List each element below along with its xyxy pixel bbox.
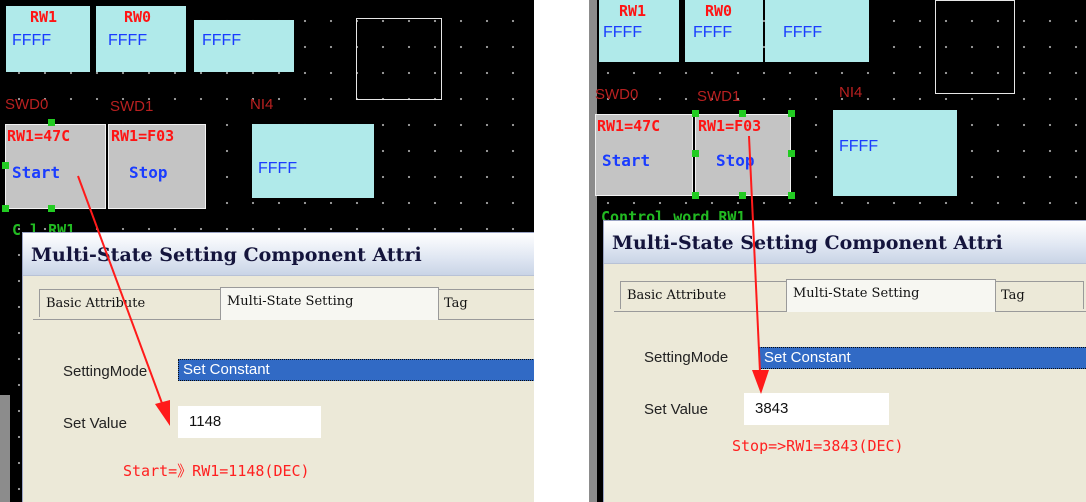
left-screenshot-panel: RW1 FFFF RW0 FFFF FFFF SWD0 SWD1 NI4 RW1… <box>0 0 534 502</box>
red-arrow-icon <box>748 135 769 394</box>
red-arrow-icon <box>77 175 170 426</box>
right-screenshot-panel: RW1 FFFF RW0 FFFF FFFF SWD0 SWD1 NI4 RW1… <box>589 0 1086 502</box>
